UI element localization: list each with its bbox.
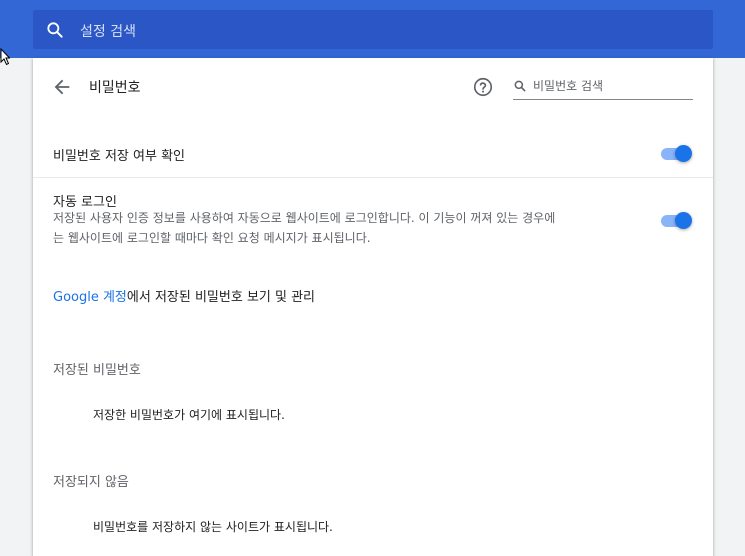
google-account-link[interactable]: Google 계정: [53, 290, 127, 305]
offer-to-save-toggle[interactable]: [661, 145, 693, 162]
top-toolbar: 설정 검색: [0, 0, 745, 58]
search-icon: [47, 22, 63, 38]
row-divider: [33, 177, 713, 178]
settings-search-field[interactable]: 설정 검색: [33, 10, 713, 49]
saved-passwords-heading: 저장된 비밀번호: [53, 363, 141, 378]
settings-search-placeholder: 설정 검색: [80, 24, 136, 40]
auto-signin-description: 저장된 사용자 인증 정보를 사용하여 자동으로 웹사이트에 로그인합니다. 이…: [53, 208, 633, 248]
mouse-cursor-icon: [0, 48, 10, 66]
google-account-row-text: 에서 저장된 비밀번호 보기 및 관리: [126, 290, 316, 305]
toggle-knob: [675, 212, 692, 229]
back-arrow-icon[interactable]: [51, 76, 73, 98]
password-search-field: [513, 76, 693, 100]
help-icon[interactable]: [472, 76, 494, 98]
auto-signin-description-line-1: 저장된 사용자 인증 정보를 사용하여 자동으로 웹사이트에 로그인합니다. 이…: [53, 211, 556, 225]
never-saved-heading: 저장되지 않음: [53, 475, 129, 490]
google-account-row: Google 계정에서 저장된 비밀번호 보기 및 관리: [53, 286, 315, 305]
offer-to-save-label: 비밀번호 저장 여부 확인: [53, 149, 185, 164]
page-title: 비밀번호: [89, 80, 141, 96]
search-icon: [514, 80, 526, 92]
auto-signin-toggle[interactable]: [661, 212, 693, 229]
toggle-knob: [675, 145, 692, 162]
passwords-card: 비밀번호 비밀번호 저장 여부 확인 자동 로그인 저장된 사용자 인증 정보를…: [33, 58, 713, 556]
password-search-input[interactable]: [533, 76, 691, 96]
auto-signin-description-line-2: 는 웹사이트에 로그인할 때마다 확인 요청 메시지가 표시됩니다.: [53, 231, 371, 245]
saved-passwords-empty-message: 저장한 비밀번호가 여기에 표시됩니다.: [93, 408, 285, 422]
never-saved-empty-message: 비밀번호를 저장하지 않는 사이트가 표시됩니다.: [93, 520, 333, 534]
